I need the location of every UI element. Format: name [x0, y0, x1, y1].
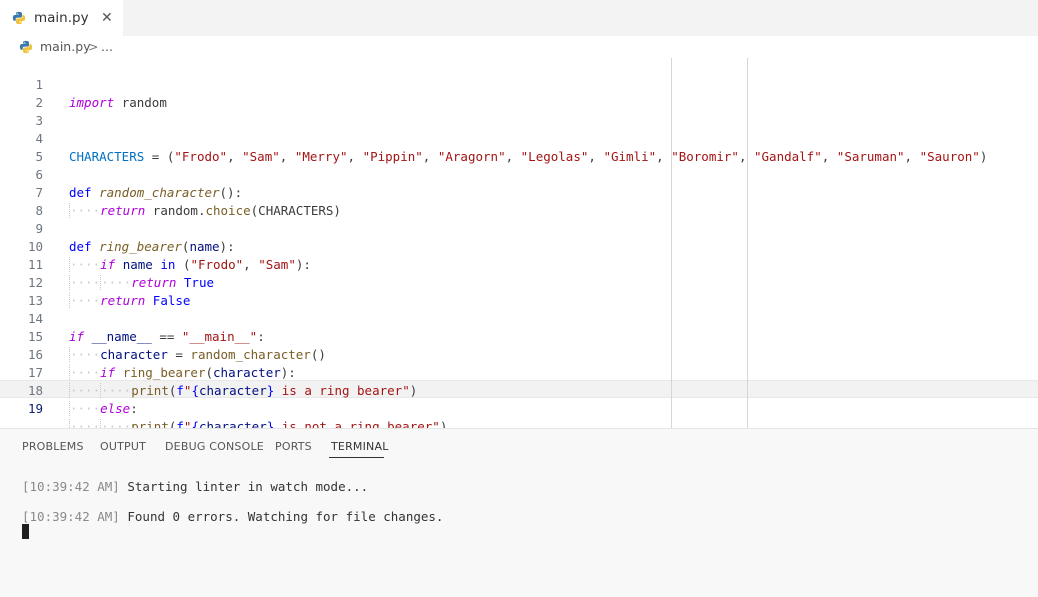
- code-line: 8: [0, 184, 1038, 218]
- terminal-cursor: [22, 524, 29, 539]
- code-line: 12 ····return False: [0, 256, 1038, 308]
- code-line: 6 def random_character():: [0, 148, 1038, 200]
- terminal-message: Found 0 errors. Watching for file change…: [119, 509, 444, 524]
- breadcrumb: main.py > ...: [0, 36, 1038, 58]
- code-line: 15 ····character = random_character(): [0, 310, 1038, 362]
- code-line: 17 ········print(f"{character} is a ring…: [0, 346, 1038, 398]
- code-line: 3: [0, 94, 1038, 128]
- terminal-line: [10:39:42 AM] Found 0 errors. Watching f…: [22, 508, 443, 526]
- terminal-message: Starting linter in watch mode...: [119, 479, 369, 494]
- timestamp: [10:39:42 AM]: [22, 479, 120, 494]
- timestamp: [10:39:42 AM]: [22, 509, 120, 524]
- tab-main-py[interactable]: main.py ✕: [0, 0, 123, 36]
- code-line: 9 def ring_bearer(name):: [0, 202, 1038, 254]
- tab-label: main.py: [34, 10, 89, 26]
- python-icon: [19, 40, 33, 54]
- close-icon[interactable]: ✕: [101, 10, 113, 26]
- code-line: 2: [0, 76, 1038, 110]
- tab-problems[interactable]: PROBLEMS: [22, 440, 84, 453]
- terminal-line: [10:39:42 AM] Starting linter in watch m…: [22, 478, 368, 496]
- bottom-panel: PROBLEMS OUTPUT DEBUG CONSOLE PORTS TERM…: [0, 429, 1038, 597]
- code-line-active: 19 ········print(f"{character} is not a …: [0, 382, 1038, 434]
- code-line: 18 ····else:: [0, 364, 1038, 416]
- code-line: 5: [0, 130, 1038, 164]
- code-line: 16 ····if ring_bearer(character):: [0, 328, 1038, 380]
- active-tab-indicator: [329, 457, 384, 458]
- python-icon: [12, 11, 26, 25]
- tab-terminal[interactable]: TERMINAL: [331, 440, 389, 453]
- code-editor[interactable]: 1 import random 2 3 4 CHARACTERS = ("Fro…: [0, 58, 1038, 434]
- code-line: 4 CHARACTERS = ("Frodo", "Sam", "Merry",…: [0, 112, 1038, 164]
- line-number: 19: [27, 401, 43, 416]
- code-line: 7 ····return random.choice(CHARACTERS): [0, 166, 1038, 218]
- breadcrumb-file[interactable]: main.py: [40, 39, 91, 54]
- code-line: 11 ········return True: [0, 238, 1038, 290]
- terminal-output[interactable]: [10:39:42 AM] Starting linter in watch m…: [0, 464, 1038, 597]
- code-line: 10 ····if name in ("Frodo", "Sam"):: [0, 220, 1038, 272]
- tab-ports[interactable]: PORTS: [275, 440, 312, 453]
- editor-tab-bar: main.py ✕: [0, 0, 1038, 36]
- tab-debug-console[interactable]: DEBUG CONSOLE: [165, 440, 264, 453]
- code-line: 1 import random: [0, 58, 1038, 110]
- breadcrumb-separator: >: [88, 39, 99, 54]
- panel-tab-bar: PROBLEMS OUTPUT DEBUG CONSOLE PORTS TERM…: [0, 429, 1038, 464]
- breadcrumb-symbols[interactable]: ...: [101, 39, 113, 54]
- tab-output[interactable]: OUTPUT: [100, 440, 146, 453]
- code-line: 13: [0, 274, 1038, 308]
- code-line: 14 if __name__ == "__main__":: [0, 292, 1038, 344]
